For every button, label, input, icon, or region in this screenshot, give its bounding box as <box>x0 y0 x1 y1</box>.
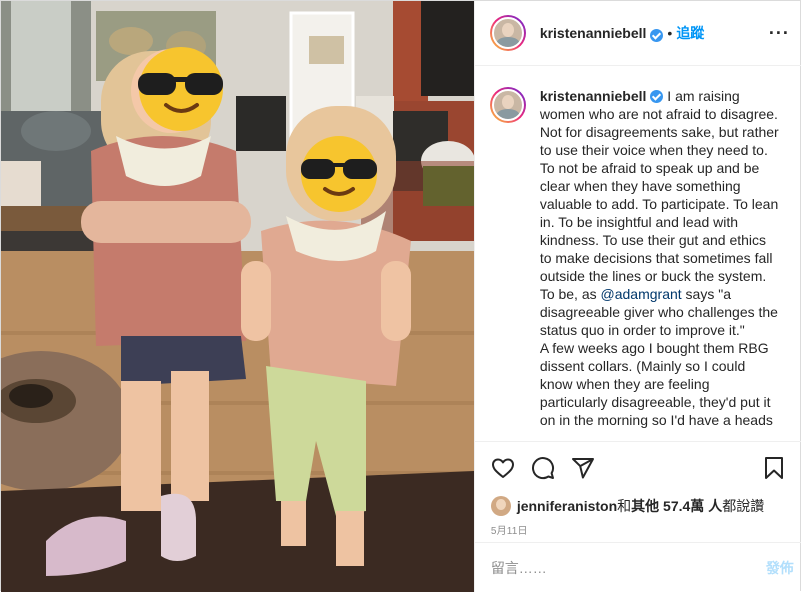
avatar-image <box>491 89 524 121</box>
comment-input[interactable] <box>490 559 766 576</box>
caption-text: kristenanniebell I am raising women who … <box>540 87 780 441</box>
verified-badge-icon <box>650 90 664 103</box>
likes-summary: jenniferaniston 和 其他 57.4萬 人 都說讚 <box>490 496 786 516</box>
likes-others-link[interactable]: 其他 57.4萬 人 <box>631 496 722 516</box>
verified-badge-icon <box>650 28 664 42</box>
author-username[interactable]: kristenanniebell <box>540 25 647 41</box>
mention-link[interactable]: @adamgrant <box>601 286 682 302</box>
comment-bar: 發佈 <box>474 542 801 592</box>
caption-area: kristenanniebell I am raising women who … <box>475 67 801 441</box>
comment-icon[interactable] <box>531 456 555 480</box>
bookmark-icon[interactable] <box>762 456 786 480</box>
caption-body-3: A few weeks ago I bought them RBG dissen… <box>539 340 773 428</box>
paper-plane-icon[interactable] <box>571 456 595 480</box>
post-side-panel: kristenanniebell • 追蹤 ··· kristenanniebe… <box>473 1 801 592</box>
instagram-post: kristenanniebell • 追蹤 ··· kristenanniebe… <box>0 0 801 592</box>
post-header: kristenanniebell • 追蹤 ··· <box>474 1 801 66</box>
likes-conjunction: 和 <box>617 498 632 514</box>
post-photo[interactable] <box>1 1 474 592</box>
author-avatar[interactable] <box>489 15 526 51</box>
avatar-image <box>491 17 524 49</box>
action-section: jenniferaniston 和 其他 57.4萬 人 都說讚 5月11日 <box>474 441 801 537</box>
liker-username[interactable]: jenniferaniston <box>517 498 617 514</box>
caption-body-1: I am raising women who are not afraid to… <box>539 88 779 302</box>
post-date[interactable]: 5月11日 <box>491 522 786 537</box>
separator-dot: • <box>667 25 673 41</box>
caption-username[interactable]: kristenanniebell <box>540 88 647 104</box>
more-options-icon[interactable]: ··· <box>769 23 790 44</box>
likes-suffix: 都說讚 <box>722 498 765 514</box>
heart-icon[interactable] <box>491 456 515 480</box>
liker-avatar[interactable] <box>490 496 511 516</box>
post-image <box>1 1 474 592</box>
follow-button[interactable]: 追蹤 <box>676 23 704 43</box>
caption-author-avatar[interactable] <box>489 87 526 123</box>
post-comment-button[interactable]: 發佈 <box>766 558 794 578</box>
action-bar <box>491 452 786 484</box>
